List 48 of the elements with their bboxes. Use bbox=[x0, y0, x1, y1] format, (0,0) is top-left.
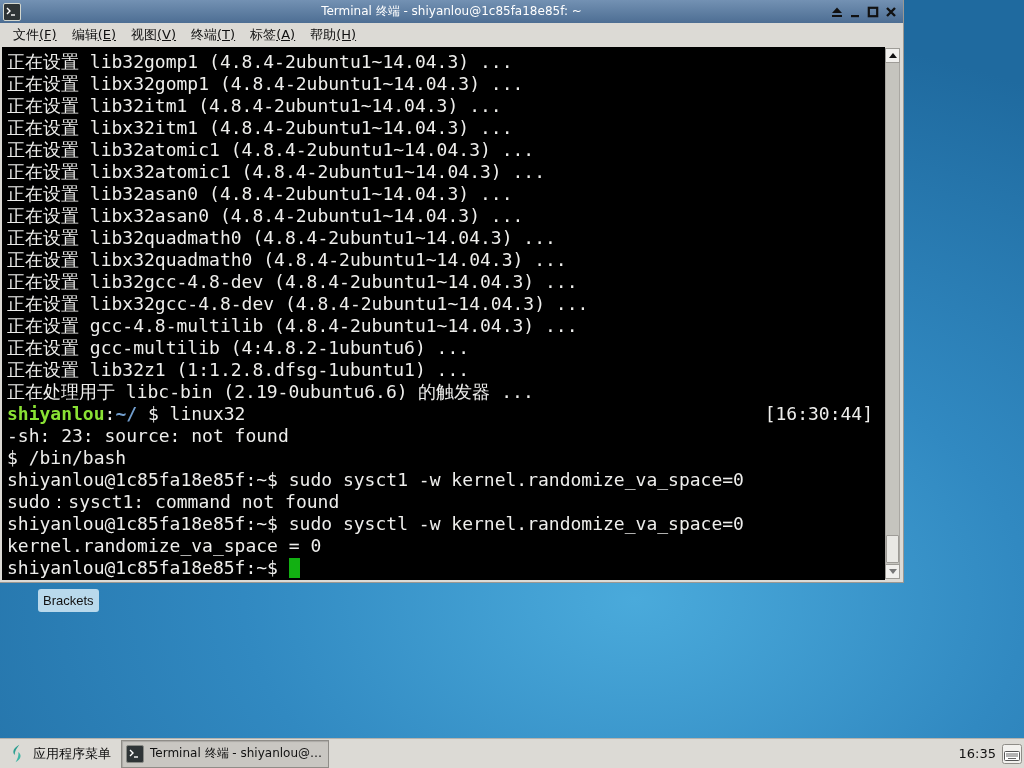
terminal-line: 正在设置 libx32itm1 (4.8.4-2ubuntu1~14.04.3) ... bbox=[7, 117, 514, 139]
menu-item[interactable]: 标签(A) bbox=[243, 24, 303, 46]
window-title: Terminal 终端 - shiyanlou@1c85fa18e85f: ~ bbox=[320, 3, 583, 20]
down-arrow-icon bbox=[888, 569, 897, 574]
clock[interactable]: 16:35 bbox=[958, 746, 996, 761]
scrollbar-thumb[interactable] bbox=[886, 535, 899, 563]
app-menu-button[interactable]: 应用程序菜单 bbox=[6, 739, 117, 768]
terminal-line: 正在设置 lib32asan0 (4.8.4-2ubuntu1~14.04.3) ... bbox=[7, 183, 514, 205]
scroll-up-button[interactable] bbox=[885, 48, 900, 63]
terminal-icon[interactable] bbox=[3, 2, 21, 21]
terminal-line: shiyanlou:~/ $ linux32 bbox=[7, 403, 246, 425]
terminal-icon bbox=[126, 744, 144, 763]
terminal-line: 正在设置 lib32atomic1 (4.8.4-2ubuntu1~14.04.3) ... bbox=[7, 139, 536, 161]
menu-item[interactable]: 终端(T) bbox=[184, 24, 243, 46]
terminal-line: 正在设置 lib32quadmath0 (4.8.4-2ubuntu1~14.04.3) ... bbox=[7, 227, 557, 249]
terminal-line: 正在设置 lib32gomp1 (4.8.4-2ubuntu1~14.04.3) ... bbox=[7, 51, 514, 73]
terminal-line: 正在设置 lib32gcc-4.8-dev (4.8.4-2ubuntu1~14.04.3) ... bbox=[7, 271, 579, 293]
menu-item[interactable]: 帮助(H) bbox=[303, 24, 364, 46]
terminal-line: 正在设置 libx32gomp1 (4.8.4-2ubuntu1~14.04.3) ... bbox=[7, 73, 525, 95]
leaf-icon bbox=[10, 744, 23, 763]
terminal-line: kernel.randomize_va_space = 0 bbox=[7, 535, 323, 557]
menu-item[interactable]: 文件(F) bbox=[6, 24, 64, 46]
triangle-bar-icon[interactable] bbox=[831, 5, 843, 18]
scroll-down-button[interactable] bbox=[885, 564, 900, 579]
terminal-line: sudo：sysct1: command not found bbox=[7, 491, 341, 513]
terminal-line: shiyanlou@1c85fa18e85f:~$ sudo sysctl -w kernel.randomize_va_space=0 bbox=[7, 513, 745, 535]
terminal-line: shiyanlou@1c85fa18e85f:~$ bbox=[7, 557, 278, 579]
maximize-icon[interactable] bbox=[867, 5, 879, 18]
terminal-line: shiyanlou@1c85fa18e85f:~$ sudo sysct1 -w kernel.randomize_va_space=0 bbox=[7, 469, 745, 491]
close-icon[interactable] bbox=[885, 5, 897, 18]
keyboard-icon[interactable] bbox=[1002, 743, 1022, 764]
terminal-line: 正在设置 gcc-multilib (4:4.8.2-1ubuntu6) ... bbox=[7, 337, 471, 359]
terminal-line: $ /bin/bash bbox=[7, 447, 128, 469]
terminal-line: 正在设置 libx32asan0 (4.8.4-2ubuntu1~14.04.3) ... bbox=[7, 205, 525, 227]
terminal-line: 正在设置 lib32itm1 (4.8.4-2ubuntu1~14.04.3) ... bbox=[7, 95, 503, 117]
menu-item[interactable]: 视图(V) bbox=[124, 24, 184, 46]
menu-item[interactable]: 编辑(E) bbox=[64, 24, 123, 46]
up-arrow-icon bbox=[888, 53, 897, 58]
desktop-icon-label[interactable]: Brackets bbox=[38, 589, 99, 612]
timestamp: [16:30:44] bbox=[764, 403, 873, 425]
taskbar-window-button[interactable]: Terminal 终端 - shiyanlou@… bbox=[121, 739, 330, 768]
terminal-line: -sh: 23: source: not found bbox=[7, 425, 290, 447]
terminal-line: 正在设置 gcc-4.8-multilib (4.8.4-2ubuntu1~14.04.3) ... bbox=[7, 315, 579, 337]
terminal-line: 正在设置 libx32atomic1 (4.8.4-2ubuntu1~14.04.3) ... bbox=[7, 161, 546, 183]
terminal-line: 正在设置 lib32z1 (1:1.2.8.dfsg-1ubuntu1) ... bbox=[7, 359, 471, 381]
terminal-line: 正在处理用于 libc-bin (2.19-0ubuntu6.6) 的触发器 ... bbox=[7, 381, 535, 403]
terminal-line: 正在设置 libx32gcc-4.8-dev (4.8.4-2ubuntu1~14.04.3) ... bbox=[7, 293, 590, 315]
terminal-line: 正在设置 libx32quadmath0 (4.8.4-2ubuntu1~14.04.3) ... bbox=[7, 249, 568, 271]
